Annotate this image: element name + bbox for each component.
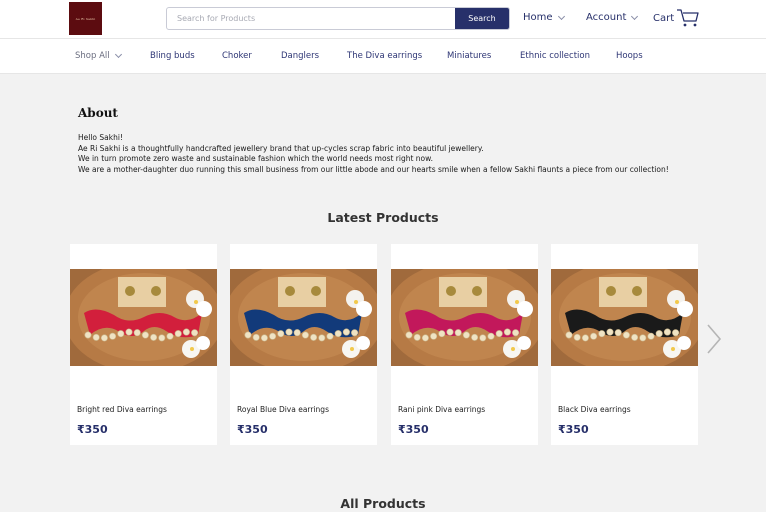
- product-price: ₹350: [237, 423, 268, 436]
- product-name[interactable]: Black Diva earrings: [558, 405, 631, 414]
- chevron-down-icon: [557, 12, 565, 20]
- product-card[interactable]: Rani pink Diva earrings ₹350: [391, 244, 538, 445]
- product-card[interactable]: Bright red Diva earrings ₹350: [70, 244, 217, 445]
- product-image[interactable]: [230, 269, 377, 366]
- product-price: ₹350: [398, 423, 429, 436]
- category-choker[interactable]: Choker: [222, 51, 252, 61]
- category-danglers[interactable]: Danglers: [281, 51, 319, 61]
- search-button[interactable]: Search: [455, 8, 509, 29]
- nav-cart-label: Cart: [653, 12, 675, 24]
- product-card[interactable]: Royal Blue Diva earrings ₹350: [230, 244, 377, 445]
- about-line: We in turn promote zero waste and sustai…: [78, 154, 433, 164]
- category-miniatures[interactable]: Miniatures: [447, 51, 491, 61]
- category-ethnic-collection[interactable]: Ethnic collection: [520, 51, 590, 61]
- product-image[interactable]: [70, 269, 217, 366]
- product-image[interactable]: [391, 269, 538, 366]
- category-shop-all[interactable]: Shop All: [75, 50, 122, 61]
- top-navbar: Ae Ri Sakhi Search Home Account Cart: [0, 0, 766, 39]
- product-photo: [391, 269, 538, 366]
- chevron-right-icon[interactable]: [703, 323, 725, 355]
- category-bling-buds[interactable]: Bling buds: [150, 51, 195, 61]
- category-diva-earrings[interactable]: The Diva earrings: [347, 51, 422, 61]
- product-name[interactable]: Rani pink Diva earrings: [398, 405, 485, 414]
- cart-icon: [677, 9, 699, 27]
- search-input[interactable]: [167, 8, 456, 29]
- category-hoops[interactable]: Hoops: [616, 51, 643, 61]
- about-line: Ae Ri Sakhi is a thoughtfully handcrafte…: [78, 143, 484, 153]
- product-name[interactable]: Bright red Diva earrings: [77, 405, 167, 414]
- nav-home[interactable]: Home: [523, 12, 565, 23]
- about-title: About: [78, 106, 118, 120]
- product-price: ₹350: [558, 423, 589, 436]
- category-label: Shop All: [75, 51, 110, 61]
- product-photo: [551, 269, 698, 366]
- nav-home-label: Home: [523, 12, 553, 23]
- chevron-down-icon: [631, 12, 639, 20]
- chevron-down-icon: [114, 50, 122, 59]
- brand-logo[interactable]: Ae Ri Sakhi: [69, 2, 102, 35]
- brand-logo-text: Ae Ri Sakhi: [75, 16, 96, 21]
- about-line: We are a mother-daughter duo running thi…: [78, 164, 669, 174]
- about-text: Hello Sakhi! Ae Ri Sakhi is a thoughtful…: [78, 133, 669, 175]
- search-bar: Search: [166, 7, 510, 30]
- product-image[interactable]: [551, 269, 698, 366]
- latest-products-title: Latest Products: [327, 210, 439, 225]
- nav-cart[interactable]: Cart: [653, 8, 700, 28]
- product-photo: [70, 269, 217, 366]
- nav-account-label: Account: [586, 12, 627, 23]
- about-line: Hello Sakhi!: [78, 133, 123, 142]
- product-name[interactable]: Royal Blue Diva earrings: [237, 405, 329, 414]
- nav-account[interactable]: Account: [586, 12, 639, 23]
- product-photo: [230, 269, 377, 366]
- product-price: ₹350: [77, 423, 108, 436]
- all-products-title: All Products: [340, 496, 426, 511]
- category-nav: Shop All Bling buds Choker Danglers The …: [0, 39, 766, 74]
- product-card[interactable]: Black Diva earrings ₹350: [551, 244, 698, 445]
